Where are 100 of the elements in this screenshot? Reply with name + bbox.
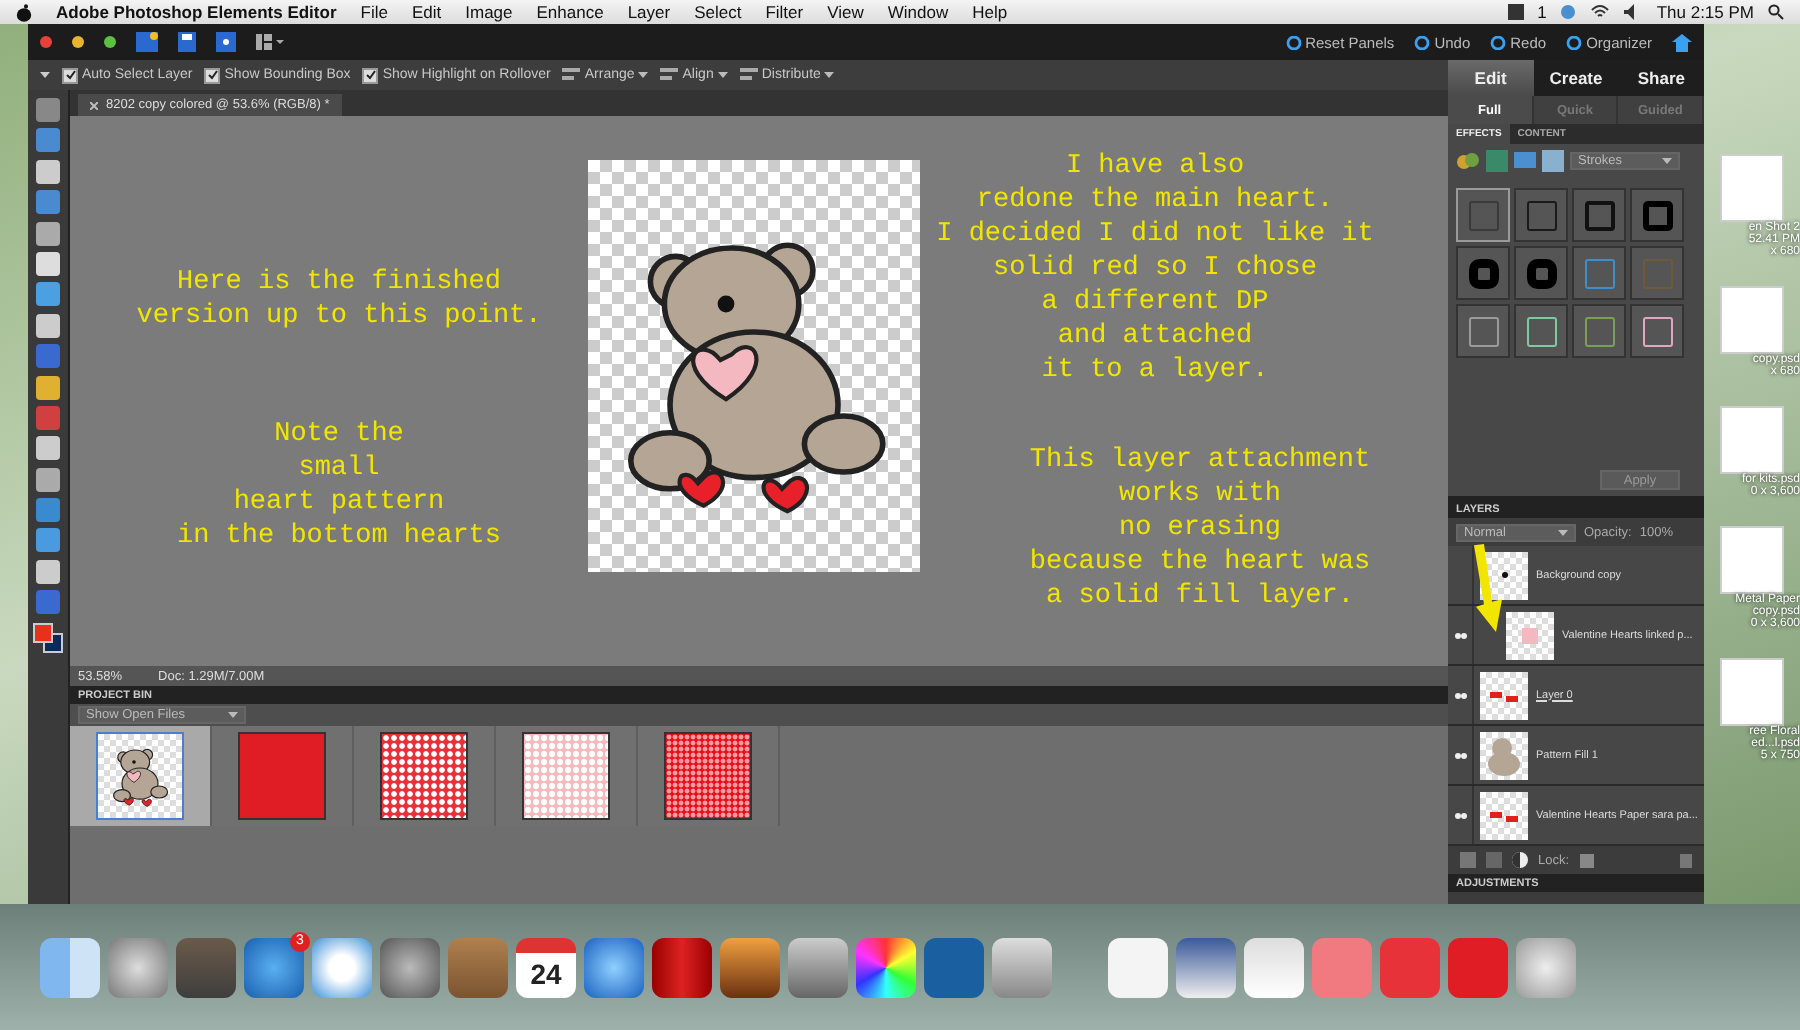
frame-icon[interactable] [1542, 149, 1564, 171]
checkbox-box[interactable] [204, 67, 221, 83]
checker-icon[interactable] [1579, 853, 1594, 867]
menu-item[interactable]: File [360, 2, 388, 22]
tool-icon[interactable] [36, 282, 60, 307]
tool-icon[interactable] [36, 159, 60, 184]
status-icon[interactable] [1507, 4, 1524, 20]
eye-icon[interactable] [1453, 631, 1467, 639]
stroke-swatch[interactable] [1572, 188, 1626, 242]
square-stroke-icon [1467, 199, 1499, 231]
image-thumbnail[interactable] [522, 732, 610, 820]
stroke-swatch[interactable] [1514, 188, 1568, 242]
tool-icon[interactable] [36, 251, 60, 276]
file-thumbnail[interactable] [1720, 154, 1784, 222]
layout-menu-icon[interactable] [256, 34, 284, 50]
stroke-swatch[interactable] [1572, 246, 1626, 300]
eye-icon[interactable] [1453, 811, 1467, 819]
layer-styles-icon[interactable] [1486, 149, 1508, 171]
square-stroke-icon [1525, 315, 1557, 347]
minimize-button[interactable] [72, 36, 84, 48]
check-mark-icon [365, 70, 376, 80]
stroke-swatch[interactable] [1630, 188, 1684, 242]
file-thumbnail[interactable] [1720, 658, 1784, 726]
menu-item[interactable]: View [827, 2, 864, 22]
heart-marks-icon [1490, 807, 1518, 823]
home-icon[interactable] [1672, 33, 1692, 51]
caret-icon [1558, 529, 1568, 535]
filters-icon[interactable] [1456, 149, 1480, 171]
tool-icon[interactable] [36, 559, 60, 584]
check-mark-icon [207, 70, 218, 80]
mode-tab[interactable]: Create [1533, 60, 1619, 96]
square-stroke-icon [1525, 199, 1557, 231]
eye-icon[interactable] [1453, 691, 1467, 699]
menu-item[interactable]: Window [887, 2, 949, 22]
mode-tab[interactable]: Share [1618, 60, 1705, 96]
stroke-swatch[interactable] [1456, 304, 1510, 358]
menu-item[interactable]: Help [972, 2, 1008, 22]
calendar-day: 24 [530, 957, 562, 989]
status-count: 1 [1537, 2, 1547, 22]
image-thumbnail[interactable] [96, 732, 184, 820]
square-stroke-icon [1641, 315, 1673, 347]
square-stroke-icon [1583, 257, 1615, 289]
tool-icon[interactable] [36, 528, 60, 553]
image-thumbnail[interactable] [664, 732, 752, 820]
stroke-swatch[interactable] [1572, 304, 1626, 358]
annotation-text: Note the small heart pattern in the bottom hearts [174, 418, 504, 554]
annotation-text: I have also redone the main heart. I decided I did not like it solid red so I chose a different DP and attached it to a layer. [934, 150, 1376, 388]
menu-item[interactable]: Enhance [536, 2, 604, 22]
menu-item[interactable]: Edit [411, 2, 442, 22]
app-name-menu[interactable]: Adobe Photoshop Elements Editor [56, 2, 337, 22]
sync-icon[interactable] [1560, 4, 1577, 20]
stroke-swatch[interactable] [1514, 304, 1568, 358]
tool-icon[interactable] [36, 313, 60, 338]
search-icon[interactable] [1768, 4, 1784, 20]
save-icon[interactable] [178, 32, 196, 52]
image-thumbnail[interactable] [380, 732, 468, 820]
pointer-arrow [1474, 544, 1504, 632]
menu-item[interactable]: Filter [765, 2, 804, 22]
new-file-icon[interactable] [136, 32, 158, 52]
menu-item[interactable]: Image [465, 2, 513, 22]
caret-icon [638, 72, 649, 78]
close-icon[interactable] [90, 101, 98, 109]
tool-icon[interactable] [36, 221, 60, 246]
calendar-icon[interactable]: 24 [516, 937, 576, 997]
stroke-swatch[interactable] [1514, 246, 1568, 300]
heart-marks-icon [1490, 687, 1518, 703]
color-swatches-icon[interactable] [32, 621, 64, 654]
zoom-button[interactable] [104, 36, 116, 48]
stroke-swatch[interactable] [1456, 188, 1510, 242]
wifi-icon[interactable] [1590, 4, 1611, 20]
check-mark-icon [65, 70, 75, 80]
stroke-swatch[interactable] [1630, 304, 1684, 358]
align-icon [562, 68, 581, 82]
square-stroke-icon [1641, 257, 1673, 289]
checkbox-box[interactable] [362, 67, 379, 83]
menu-item[interactable]: Layer [627, 2, 671, 22]
menu-item[interactable]: Select [694, 2, 742, 22]
annotation-text: This layer attachment works with no erasing because the heart was a solid fill layer. [1027, 444, 1373, 614]
file-thumbnail[interactable] [1720, 526, 1784, 594]
checkbox-box[interactable] [62, 67, 78, 83]
mode-tab[interactable]: Edit [1448, 60, 1534, 96]
image-thumbnail[interactable] [238, 732, 326, 820]
apple-logo-icon [16, 3, 32, 21]
eye-icon[interactable] [1453, 751, 1467, 759]
clock-text[interactable]: Thu 2:15 PM [1656, 2, 1754, 22]
tool-icon[interactable] [36, 375, 60, 400]
tool-icon[interactable] [36, 467, 60, 492]
caret-icon[interactable] [40, 72, 50, 78]
tool-icon[interactable] [36, 436, 60, 461]
file-thumbnail[interactable] [1720, 286, 1784, 354]
half-circle-icon[interactable] [1512, 852, 1528, 868]
stroke-swatch[interactable] [1456, 246, 1510, 300]
square-stroke-icon [1583, 315, 1615, 347]
file-thumbnail[interactable] [1720, 406, 1784, 474]
square-stroke-icon [1467, 257, 1499, 289]
square-stroke-icon [1641, 199, 1673, 231]
close-button[interactable] [40, 36, 52, 48]
align-icon [660, 68, 679, 82]
caret-icon [1662, 157, 1672, 163]
stroke-swatch[interactable] [1630, 246, 1684, 300]
